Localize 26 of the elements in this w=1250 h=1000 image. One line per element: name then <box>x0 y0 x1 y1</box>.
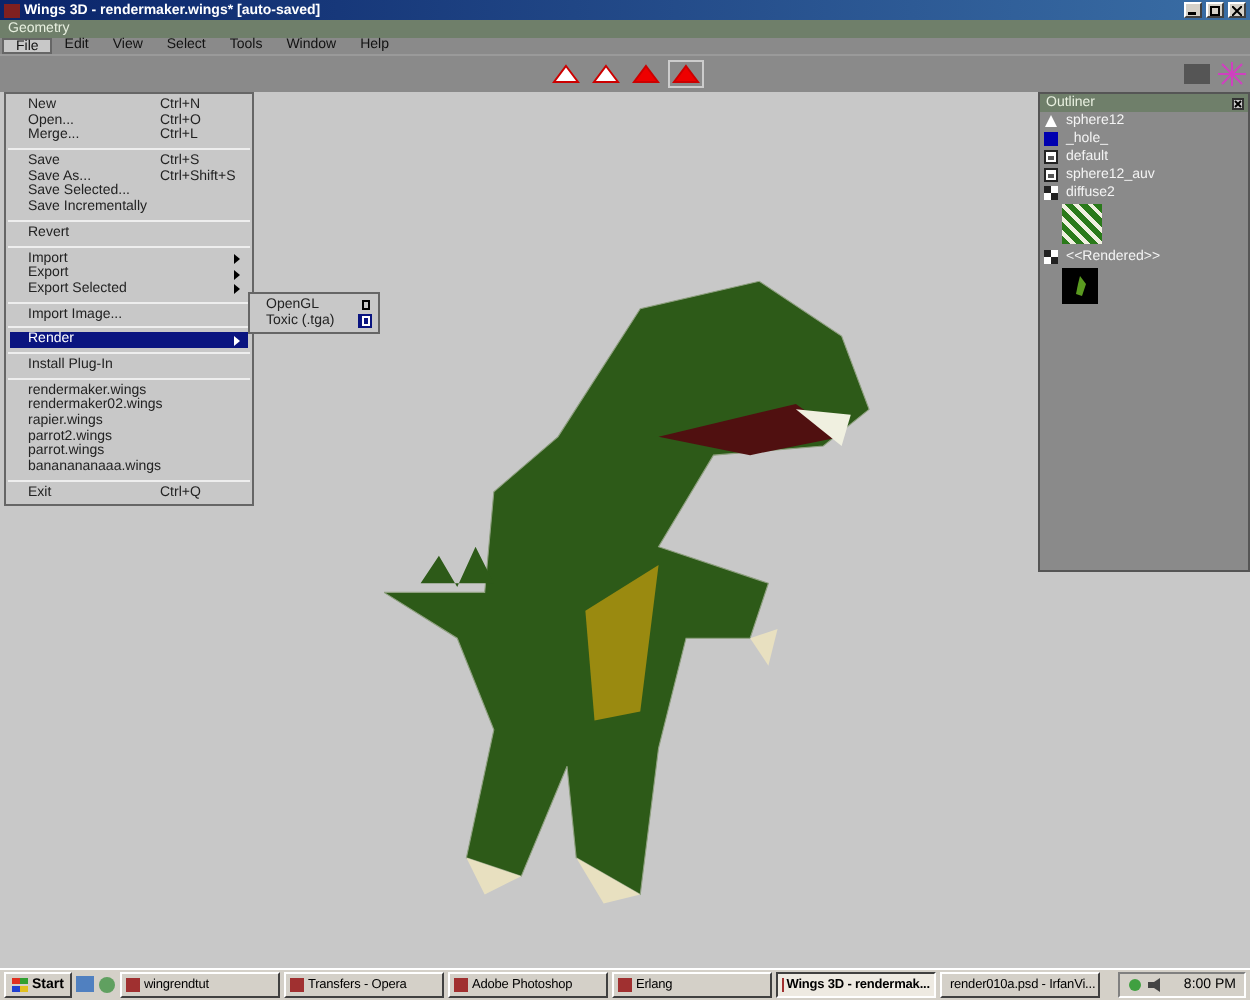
close-icon <box>1232 5 1242 15</box>
close-button[interactable] <box>1228 2 1246 18</box>
maximize-button[interactable] <box>1206 2 1224 18</box>
windows-logo-icon <box>12 978 28 992</box>
selection-mode-icon <box>671 64 699 84</box>
selection-mode-button[interactable] <box>667 60 703 88</box>
maximize-icon <box>1210 5 1220 15</box>
hole-icon <box>1044 132 1058 146</box>
selection-mode-icon <box>631 64 659 84</box>
desktop-icon[interactable] <box>75 976 94 994</box>
submenu-arrow-icon <box>234 335 240 346</box>
figure-icon <box>1074 276 1086 296</box>
selection-mode-icon <box>551 64 579 84</box>
checker-icon <box>1044 186 1058 200</box>
checker-icon <box>1044 250 1058 264</box>
selection-mode-button[interactable] <box>587 60 623 88</box>
option-box-icon[interactable] <box>358 298 372 313</box>
material-icon <box>1044 150 1058 164</box>
minimize-button[interactable] <box>1184 2 1202 18</box>
selection-mode-button[interactable] <box>547 60 583 88</box>
selection-mode-icon <box>591 64 619 84</box>
material-icon <box>1044 168 1058 182</box>
close-icon[interactable] <box>1232 97 1244 109</box>
app-icon <box>4 3 20 17</box>
texture-thumbnail <box>1062 204 1102 244</box>
speaker-icon[interactable] <box>1147 978 1162 992</box>
